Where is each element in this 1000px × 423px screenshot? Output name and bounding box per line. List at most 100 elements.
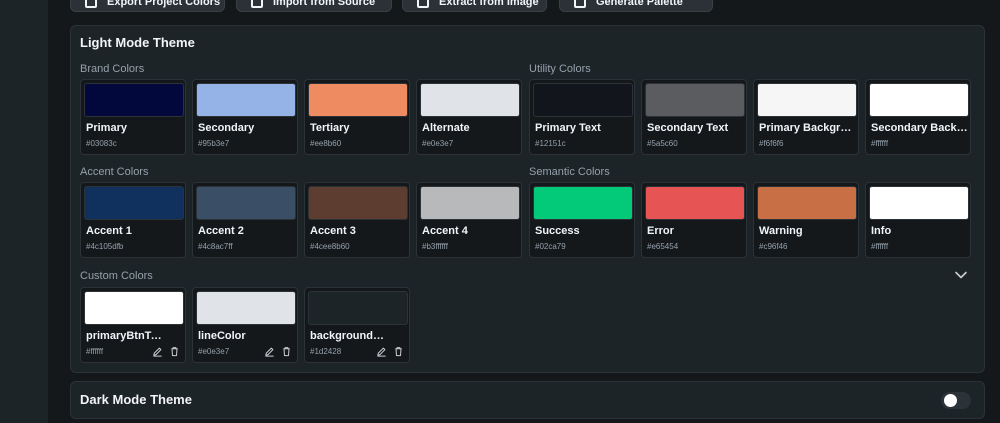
- color-hex-value: #b3ffffff: [422, 242, 448, 251]
- export-button[interactable]: Export Project Colors: [70, 0, 225, 12]
- color-card-secondary[interactable]: Secondary #95b3e7: [192, 79, 298, 155]
- color-swatch[interactable]: [869, 83, 969, 117]
- dark-mode-toggle[interactable]: [941, 392, 971, 409]
- color-hex-value: #ffffff: [871, 242, 889, 251]
- color-name: Alternate: [422, 122, 470, 134]
- color-card-warning[interactable]: Warning #c96f46: [753, 182, 859, 258]
- color-card-success[interactable]: Success #02ca79: [529, 182, 635, 258]
- color-card-error[interactable]: Error #e65454: [641, 182, 747, 258]
- color-card-secondary-background[interactable]: Secondary Background #ffffff: [865, 79, 971, 155]
- import-icon: [251, 0, 263, 8]
- color-swatch[interactable]: [533, 186, 633, 220]
- color-hex-value: #4cee8b60: [310, 242, 350, 251]
- color-swatch[interactable]: [757, 83, 857, 117]
- color-swatch[interactable]: [645, 83, 745, 117]
- color-card-background-components[interactable]: backgroundComponents #1d2428: [304, 287, 410, 363]
- color-name: lineColor: [198, 330, 246, 342]
- color-name: primaryBtnText: [86, 330, 164, 342]
- wand-icon: [574, 0, 586, 8]
- color-card-primary-btn-text[interactable]: primaryBtnText #ffffff: [80, 287, 186, 363]
- accent-colors-label: Accent Colors: [80, 166, 149, 178]
- edit-icon[interactable]: [264, 346, 275, 357]
- color-name: Secondary Background: [871, 122, 969, 134]
- color-hex-value: #4c8ac7ff: [198, 242, 233, 251]
- color-card-primary[interactable]: Primary #03083c: [80, 79, 186, 155]
- card-actions: [264, 346, 292, 357]
- color-name: Info: [871, 225, 892, 237]
- color-card-alternate[interactable]: Alternate #e0e3e7: [416, 79, 522, 155]
- color-name: Primary: [86, 122, 127, 134]
- color-card-tertiary[interactable]: Tertiary #ee8b60: [304, 79, 410, 155]
- color-swatch[interactable]: [869, 186, 969, 220]
- color-swatch[interactable]: [420, 83, 520, 117]
- color-swatch[interactable]: [84, 83, 184, 117]
- color-card-accent-4[interactable]: Accent 4 #b3ffffff: [416, 182, 522, 258]
- color-hex-value: #e65454: [647, 242, 679, 251]
- color-hex-value: #ffffff: [86, 347, 104, 356]
- trash-icon[interactable]: [393, 346, 404, 357]
- color-hex-value: #4c105dfb: [86, 242, 124, 251]
- extract-button[interactable]: Extract from Image: [402, 0, 547, 12]
- chevron-down-icon[interactable]: [954, 268, 968, 282]
- color-swatch[interactable]: [308, 186, 408, 220]
- color-name: Accent 4: [422, 225, 468, 237]
- edit-icon[interactable]: [376, 346, 387, 357]
- color-name: Accent 3: [310, 225, 356, 237]
- color-swatch[interactable]: [645, 186, 745, 220]
- color-hex-value: #ffffff: [871, 139, 889, 148]
- dark-mode-theme-title: Dark Mode Theme: [80, 392, 192, 407]
- color-card-accent-1[interactable]: Accent 1 #4c105dfb: [80, 182, 186, 258]
- color-name: Tertiary: [310, 122, 350, 134]
- color-swatch[interactable]: [420, 186, 520, 220]
- color-swatch[interactable]: [533, 83, 633, 117]
- trash-icon[interactable]: [281, 346, 292, 357]
- color-swatch[interactable]: [84, 291, 184, 325]
- color-name: Success: [535, 225, 580, 237]
- color-hex-value: #f6f6f6: [759, 139, 784, 148]
- color-card-accent-2[interactable]: Accent 2 #4c8ac7ff: [192, 182, 298, 258]
- color-card-accent-3[interactable]: Accent 3 #4cee8b60: [304, 182, 410, 258]
- edit-icon[interactable]: [152, 346, 163, 357]
- color-swatch[interactable]: [84, 186, 184, 220]
- color-hex-value: #02ca79: [535, 242, 566, 251]
- light-mode-theme-title: Light Mode Theme: [80, 35, 195, 50]
- light-mode-theme-panel: Light Mode Theme Brand Colors Utility Co…: [70, 25, 985, 373]
- color-card-primary-background[interactable]: Primary Background #f6f6f6: [753, 79, 859, 155]
- trash-icon[interactable]: [169, 346, 180, 357]
- color-name: Error: [647, 225, 674, 237]
- color-name: Primary Background: [759, 122, 857, 134]
- color-hex-value: #e0e3e7: [422, 139, 454, 148]
- card-actions: [152, 346, 180, 357]
- color-hex-value: #c96f46: [759, 242, 788, 251]
- color-swatch[interactable]: [308, 291, 408, 325]
- color-card-line-color[interactable]: lineColor #e0e3e7: [192, 287, 298, 363]
- color-card-primary-text[interactable]: Primary Text #12151c: [529, 79, 635, 155]
- utility-colors-label: Utility Colors: [529, 63, 591, 75]
- color-swatch[interactable]: [757, 186, 857, 220]
- color-name: Secondary: [198, 122, 255, 134]
- color-swatch[interactable]: [196, 291, 296, 325]
- color-hex-value: #03083c: [86, 139, 117, 148]
- color-hex-value: #e0e3e7: [198, 347, 230, 356]
- image-icon: [417, 0, 429, 8]
- toggle-knob: [944, 394, 957, 407]
- card-actions: [376, 346, 404, 357]
- semantic-colors-label: Semantic Colors: [529, 166, 610, 178]
- color-hex-value: #ee8b60: [310, 139, 342, 148]
- color-hex-value: #95b3e7: [198, 139, 230, 148]
- generate-button[interactable]: Generate Palette: [559, 0, 713, 12]
- color-swatch[interactable]: [196, 186, 296, 220]
- color-hex-value: #5a5c60: [647, 139, 678, 148]
- brand-colors-label: Brand Colors: [80, 63, 145, 75]
- color-hex-value: #12151c: [535, 139, 566, 148]
- dark-mode-theme-panel: Dark Mode Theme: [70, 381, 985, 419]
- color-name: Primary Text: [535, 122, 601, 134]
- custom-colors-label: Custom Colors: [80, 270, 153, 282]
- color-card-info[interactable]: Info #ffffff: [865, 182, 971, 258]
- color-swatch[interactable]: [308, 83, 408, 117]
- left-sidebar: [0, 0, 48, 423]
- color-name: Accent 1: [86, 225, 132, 237]
- color-card-secondary-text[interactable]: Secondary Text #5a5c60: [641, 79, 747, 155]
- import-button[interactable]: Import from Source: [236, 0, 392, 12]
- color-swatch[interactable]: [196, 83, 296, 117]
